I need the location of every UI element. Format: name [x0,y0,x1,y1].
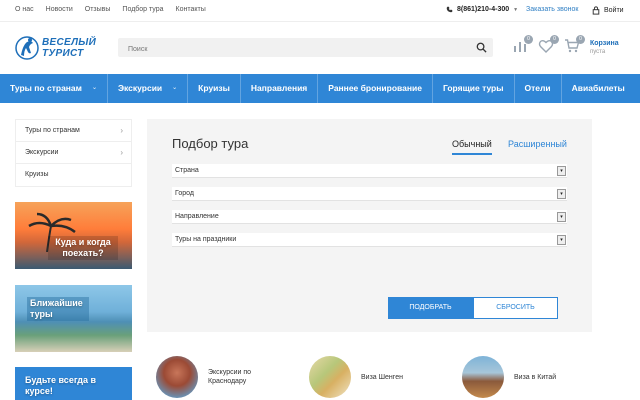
chevron-down-icon: ⌄ [172,85,178,91]
logo-line-1: ВЕСЕЛЫЙ [42,37,97,48]
chevron-down-icon: ▼ [513,6,519,13]
quick-link-label: Экскурсии по Краснодару [208,369,252,385]
search-bar [118,38,493,59]
login-label: Войти [604,7,624,14]
logo-line-2: ТУРИСТ [42,48,84,59]
promo-banner-stay-informed[interactable]: Будьте всегда в курсе! [15,367,132,400]
holiday-tours-select-label: Туры на праздники [175,236,237,243]
search-icon[interactable] [476,42,487,53]
apply-button[interactable]: ПОДОБРАТЬ [388,297,473,319]
top-bar: О нас Новости Отзывы Подбор тура Контакт… [0,0,640,22]
sidebar-item-country-tours[interactable]: Туры по странам › [16,120,131,142]
schengen-visa-thumbnail [309,356,351,398]
login-button[interactable]: Войти [592,6,624,15]
promo-nearest-tours-text: Ближайшие туры [27,297,89,321]
cart-summary[interactable]: Корзина пуста [590,40,619,55]
nav-item-early-booking[interactable]: Раннее бронирование [318,74,433,103]
nav-item-directions[interactable]: Направления [241,74,319,103]
nav-item-label: Направления [250,83,308,93]
top-link-about[interactable]: О нас [15,6,34,13]
top-link-reviews[interactable]: Отзывы [85,6,111,13]
compare-button[interactable]: 0 [512,35,533,56]
top-link-tour-selection[interactable]: Подбор тура [122,6,163,13]
lock-icon [592,6,600,15]
sidebar-item-excursions[interactable]: Экскурсии › [16,142,131,164]
nav-item-label: Горящие туры [442,83,504,93]
dropdown-arrow-icon: ▾ [557,189,566,199]
favorites-button[interactable]: 0 [538,35,559,56]
top-link-contacts[interactable]: Контакты [176,6,206,13]
dropdown-arrow-icon: ▾ [557,235,566,245]
promo-where-when-text: Куда и когда поехать? [48,236,118,260]
cart-status: пуста [590,49,606,55]
nav-item-label: Экскурсии [117,83,163,93]
top-links: О нас Новости Отзывы Подбор тура Контакт… [15,6,206,13]
nav-item-label: Раннее бронирование [328,83,422,93]
nav-item-hotels[interactable]: Отели [515,74,562,103]
dropdown-arrow-icon: ▾ [557,212,566,222]
direction-select-label: Направление [175,213,219,220]
quick-link-label: Виза Шенген [361,373,403,381]
callback-link[interactable]: Заказать звонок [526,6,578,13]
phone-number: 8(861)210-4-300 [457,6,510,13]
cart-count-badge: 0 [576,35,585,44]
nav-item-label: Круизы [198,83,230,93]
quick-link-krasnodar-excursions[interactable]: Экскурсии по Краснодару [156,356,268,398]
nav-item-hot-tours[interactable]: Горящие туры [433,74,515,103]
chevron-right-icon: › [120,126,123,135]
direction-select[interactable]: Направление ▾ [172,210,567,224]
phone-icon [446,6,453,13]
reset-button[interactable]: СБРОСИТЬ [473,297,558,319]
quick-link-schengen-visa[interactable]: Виза Шенген [309,356,403,398]
holiday-tours-select[interactable]: Туры на праздники ▾ [172,233,567,247]
phone[interactable]: 8(861)210-4-300 ▼ [446,6,518,13]
quick-link-china-visa[interactable]: Виза в Китай [462,356,556,398]
logo[interactable]: ВЕСЕЛЫЙ ТУРИСТ [14,30,106,66]
tab-basic[interactable]: Обычный [452,139,492,155]
header-icons: 0 0 0 [512,35,585,56]
logo-mark-icon [15,36,39,60]
city-select[interactable]: Город ▾ [172,187,567,201]
nav-item-label: Авиабилеты [571,83,625,93]
cart-title: Корзина [590,40,619,47]
logo-text: ВЕСЕЛЫЙ ТУРИСТ [42,37,96,59]
compare-count-badge: 0 [524,35,533,44]
quick-link-label: Виза в Китай [514,373,557,381]
sidebar-item-label: Экскурсии [25,149,59,156]
nav-item-cruises[interactable]: Круизы [188,74,241,103]
search-input[interactable] [118,40,458,59]
promo-banner-where-when[interactable]: Куда и когда поехать? [15,202,132,269]
promo-stay-informed-text: Будьте всегда в курсе! [25,375,96,396]
country-select-label: Страна [175,167,199,174]
promo-banner-nearest-tours[interactable]: Ближайшие туры [15,285,132,352]
cart-button[interactable]: 0 [564,35,585,56]
nav-item-flights[interactable]: Авиабилеты [562,74,635,103]
excursions-thumbnail [156,356,198,398]
favorites-count-badge: 0 [550,35,559,44]
nav-item-label: Отели [524,83,551,93]
main-nav: Туры по странам ⌄ Экскурсии ⌄ Круизы Напра… [0,74,640,103]
sidebar-item-cruises[interactable]: Круизы [16,164,131,186]
top-link-news[interactable]: Новости [46,6,73,13]
sidebar-item-label: Круизы [25,171,49,178]
country-select[interactable]: Страна ▾ [172,164,567,178]
chevron-down-icon: ⌄ [91,85,97,91]
sidebar-menu: Туры по странам › Экскурсии › Круизы [15,119,132,187]
city-select-label: Город [175,190,194,197]
chevron-right-icon: › [120,148,123,157]
dropdown-arrow-icon: ▾ [557,166,566,176]
form-title: Подбор тура [172,136,249,151]
nav-item-excursions[interactable]: Экскурсии ⌄ [108,74,189,103]
nav-item-country-tours[interactable]: Туры по странам ⌄ [0,74,108,103]
nav-item-label: Туры по странам [10,83,82,93]
sidebar-item-label: Туры по странам [25,127,80,134]
tour-selection-form: Подбор тура Обычный Расширенный Страна ▾… [147,119,592,332]
china-visa-thumbnail [462,356,504,398]
tab-advanced[interactable]: Расширенный [508,139,567,153]
